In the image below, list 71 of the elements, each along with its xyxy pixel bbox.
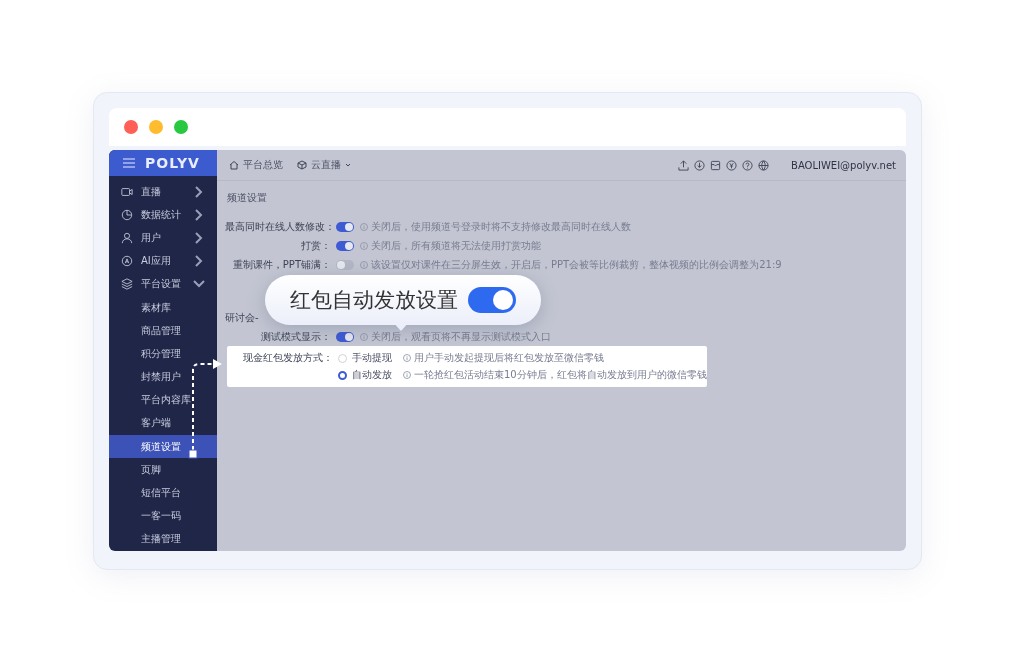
globe-icon[interactable] bbox=[758, 159, 770, 171]
camera-icon bbox=[121, 186, 133, 199]
section-heading: 研讨会- bbox=[225, 310, 259, 325]
hint-text: 用户手动发起提现后将红包发放至微信零钱 bbox=[414, 351, 604, 365]
info-icon bbox=[360, 222, 368, 231]
info-icon bbox=[403, 354, 411, 362]
hint-text: 关闭后，观看页将不再显示测试模式入口 bbox=[371, 329, 551, 344]
radio-button[interactable] bbox=[338, 370, 347, 380]
window-control-dot[interactable] bbox=[149, 120, 163, 134]
sidebar-subitem[interactable]: 客户端 bbox=[109, 411, 217, 436]
info-icon bbox=[360, 260, 368, 269]
user-account[interactable]: BAOLIWEI@polyv.net bbox=[791, 159, 896, 171]
toggle-switch[interactable] bbox=[468, 287, 516, 313]
nav-link[interactable]: 云直播 bbox=[311, 158, 341, 172]
sidebar-subitem[interactable]: 商品管理 bbox=[109, 319, 217, 343]
toggle-switch[interactable] bbox=[336, 331, 354, 342]
radio-label[interactable]: 自动发放 bbox=[352, 368, 392, 382]
sidebar-subitem[interactable]: 短信平台 bbox=[109, 481, 217, 505]
cube-icon bbox=[297, 160, 307, 170]
toggle-switch[interactable] bbox=[336, 259, 354, 270]
nav-link[interactable]: 平台总览 bbox=[243, 158, 283, 172]
setting-label: 打赏： bbox=[300, 238, 332, 253]
sidebar-item[interactable]: 数据统计 bbox=[109, 203, 217, 227]
user-icon bbox=[121, 232, 133, 245]
download-icon[interactable] bbox=[694, 159, 706, 171]
hint-text: 该设置仅对课件在三分屏生效，开启后，PPT会被等比例裁剪，整体视频的比例会调整为21:9 bbox=[371, 257, 782, 272]
chevron-icon bbox=[193, 209, 205, 222]
callout-label: 红包自动发放设置 bbox=[290, 287, 458, 314]
setting-label: 现金红包发放方式： bbox=[242, 351, 334, 365]
help-icon[interactable] bbox=[742, 159, 754, 171]
menu-icon[interactable] bbox=[123, 157, 135, 168]
sidebar-item[interactable]: 平台设置 bbox=[109, 272, 217, 296]
yen-icon[interactable] bbox=[726, 159, 738, 171]
sidebar-item[interactable]: 用户 bbox=[109, 226, 217, 250]
ai-icon bbox=[121, 255, 133, 268]
sidebar-subitem[interactable]: 一客一码 bbox=[109, 504, 217, 528]
sidebar-subitem[interactable]: 积分管理 bbox=[109, 342, 217, 366]
callout-pointer bbox=[393, 324, 409, 331]
toggle-switch[interactable] bbox=[336, 240, 354, 251]
info-icon bbox=[360, 241, 368, 250]
sidebar-item[interactable]: AI应用 bbox=[109, 249, 217, 273]
sidebar-subitem[interactable]: 封禁用户 bbox=[109, 365, 217, 389]
radio-label[interactable]: 手动提现 bbox=[352, 351, 392, 365]
setting-label: 最高同时在线人数修改： bbox=[225, 219, 336, 234]
sidebar-item[interactable]: 直播 bbox=[109, 180, 217, 204]
layers-icon bbox=[121, 278, 133, 291]
sidebar-subitem[interactable]: 页脚 bbox=[109, 458, 217, 482]
info-icon bbox=[403, 371, 411, 379]
page-title: 频道设置 bbox=[227, 191, 268, 205]
upload-icon[interactable] bbox=[678, 159, 690, 171]
sidebar-subitem[interactable]: 频道设置 bbox=[109, 435, 217, 459]
chart-icon bbox=[121, 209, 133, 222]
chevron-icon bbox=[193, 186, 205, 199]
sidebar-subitem[interactable]: 素材库 bbox=[109, 295, 217, 320]
info-icon bbox=[360, 332, 368, 341]
sidebar-subitem[interactable]: 平台内容库 bbox=[109, 388, 217, 412]
hint-text: 一轮抢红包活动结束10分钟后，红包将自动发放到用户的微信零钱 bbox=[414, 368, 707, 382]
hint-text: 关闭后，使用频道号登录时将不支持修改最高同时在线人数 bbox=[371, 219, 631, 234]
caret-icon[interactable] bbox=[345, 162, 351, 168]
home-icon bbox=[229, 160, 239, 170]
chevron-icon bbox=[193, 232, 205, 245]
mail-icon[interactable] bbox=[710, 159, 722, 171]
logo[interactable]: POLYV bbox=[145, 154, 200, 171]
window-control-dot[interactable] bbox=[124, 120, 138, 134]
sidebar-subitem[interactable]: 主播管理 bbox=[109, 527, 217, 551]
chevron-icon bbox=[193, 255, 205, 268]
setting-label: 测试模式显示： bbox=[260, 329, 332, 344]
setting-label: 重制课件，PPT铺满： bbox=[231, 257, 332, 272]
window-control-dot[interactable] bbox=[174, 120, 188, 134]
hint-text: 关闭后，所有频道将无法使用打赏功能 bbox=[371, 238, 541, 253]
toggle-switch[interactable] bbox=[336, 221, 354, 232]
